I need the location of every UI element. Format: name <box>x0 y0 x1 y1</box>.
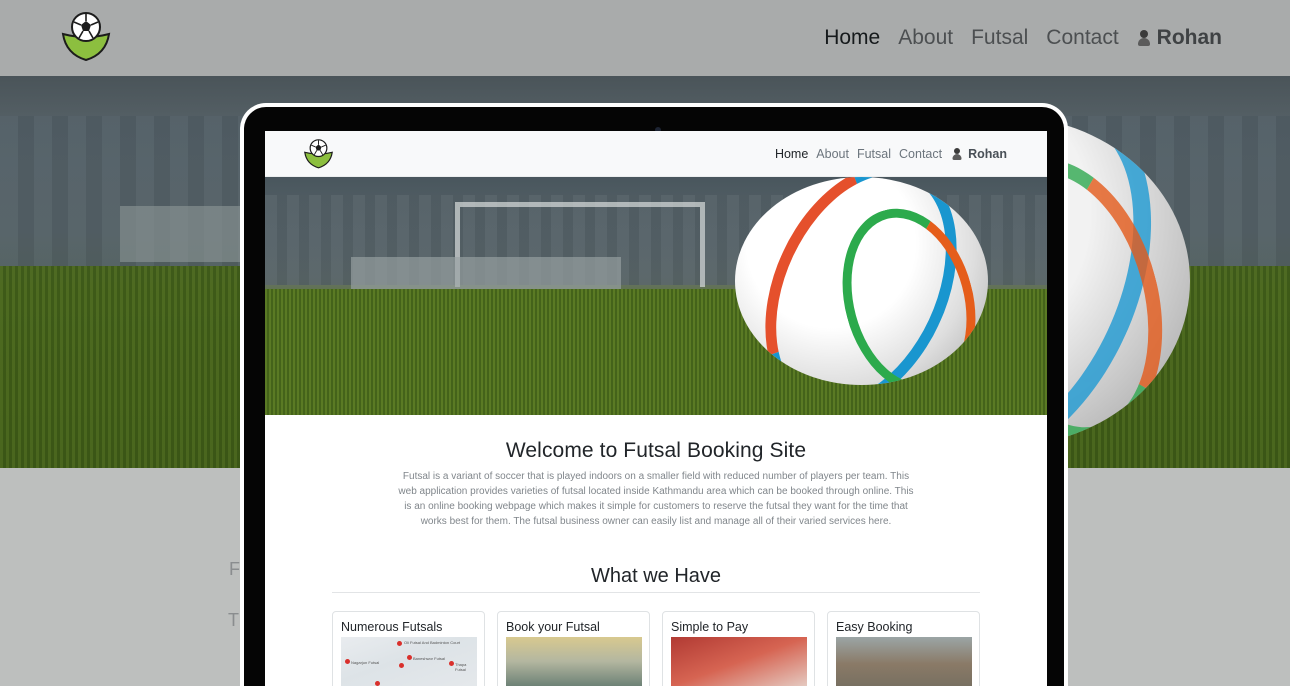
features-section: What we Have <box>265 565 1047 593</box>
nav-contact[interactable]: Contact <box>899 147 942 161</box>
features-title: What we Have <box>590 565 722 587</box>
soccer-ball-logo-icon[interactable] <box>60 10 112 62</box>
nav-home[interactable]: Home <box>775 147 808 161</box>
booking-image <box>836 637 972 686</box>
feature-cards: Numerous Futsals Oli Futsal And Badminto… <box>332 611 980 686</box>
map-image: Oli Futsal And Badminton Court Nagarjun … <box>341 637 477 686</box>
feature-card-title: Simple to Pay <box>671 620 749 634</box>
bg-nav-about[interactable]: About <box>898 26 953 50</box>
welcome-title: Welcome to Futsal Booking Site <box>505 439 807 462</box>
bg-nav-futsal[interactable]: Futsal <box>971 26 1028 50</box>
bg-nav-user[interactable]: Rohan <box>1137 26 1222 50</box>
background-navbar: Home About Futsal Contact Rohan <box>0 0 1290 76</box>
soccer-ball-logo-icon[interactable] <box>303 138 334 169</box>
futsal-court-image <box>506 637 642 686</box>
nav-user[interactable]: Rohan <box>950 146 1007 162</box>
feature-card-book-your-futsal[interactable]: Book your Futsal <box>497 611 650 686</box>
feature-card-title: Book your Futsal <box>506 620 600 634</box>
nav-user-name: Rohan <box>968 147 1007 161</box>
nav-futsal[interactable]: Futsal <box>857 147 891 161</box>
background-nav-links: Home About Futsal Contact Rohan <box>824 26 1222 50</box>
user-avatar-icon <box>952 148 963 160</box>
nav-about[interactable]: About <box>816 147 849 161</box>
laptop-bezel: Home About Futsal Contact Rohan Welcome … <box>244 107 1064 686</box>
hero-image <box>265 177 1047 415</box>
laptop-mockup: Home About Futsal Contact Rohan Welcome … <box>240 103 1068 686</box>
welcome-section: Welcome to Futsal Booking Site Futsal is… <box>265 415 1047 529</box>
user-avatar-icon <box>1137 30 1151 46</box>
bg-nav-user-name: Rohan <box>1156 26 1222 49</box>
laptop-screen: Home About Futsal Contact Rohan Welcome … <box>265 131 1047 686</box>
football-image <box>735 177 988 385</box>
feature-card-easy-booking[interactable]: Easy Booking <box>827 611 980 686</box>
welcome-paragraph: Futsal is a variant of soccer that is pl… <box>398 471 914 527</box>
feature-card-title: Easy Booking <box>836 620 913 634</box>
feature-card-simple-to-pay[interactable]: Simple to Pay <box>662 611 815 686</box>
feature-card-numerous-futsals[interactable]: Numerous Futsals Oli Futsal And Badminto… <box>332 611 485 686</box>
nav-links: Home About Futsal Contact Rohan <box>775 146 1007 162</box>
bg-nav-contact[interactable]: Contact <box>1046 26 1118 50</box>
divider <box>332 592 980 593</box>
navbar: Home About Futsal Contact Rohan <box>265 131 1047 177</box>
feature-card-title: Numerous Futsals <box>341 620 443 634</box>
bg-nav-home[interactable]: Home <box>824 26 880 50</box>
payment-image <box>671 637 807 686</box>
